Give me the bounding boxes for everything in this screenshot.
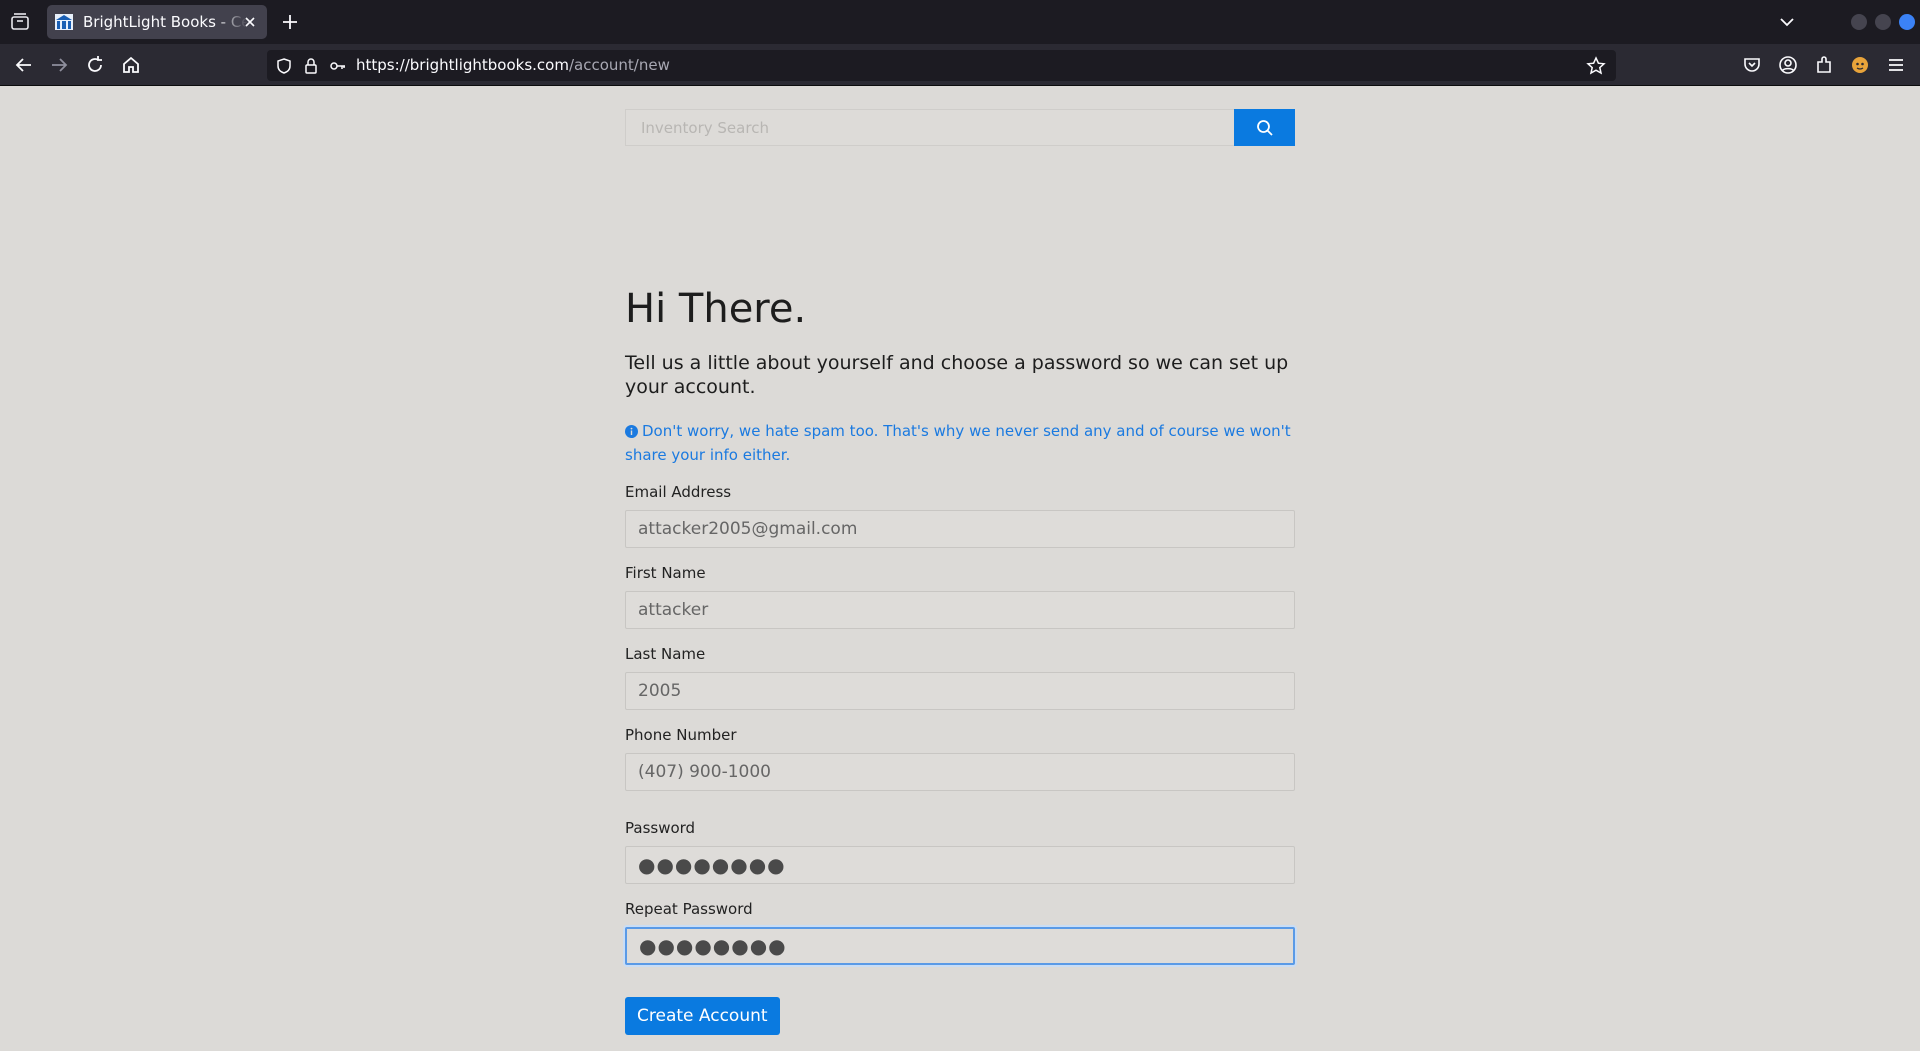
bookmark-star-icon[interactable] bbox=[1586, 56, 1606, 76]
shield-icon[interactable] bbox=[275, 57, 293, 75]
chevron-down-icon[interactable] bbox=[1777, 12, 1797, 32]
email-field-group: Email Address bbox=[625, 483, 1295, 548]
inventory-search bbox=[625, 109, 1295, 146]
password-field-group: Password bbox=[625, 819, 1295, 884]
url-path: /account/new bbox=[568, 56, 670, 74]
key-icon[interactable] bbox=[329, 57, 347, 75]
back-arrow-icon[interactable] bbox=[13, 54, 35, 76]
password-label: Password bbox=[625, 819, 696, 837]
info-icon bbox=[625, 425, 638, 438]
close-tab-icon[interactable] bbox=[241, 13, 259, 31]
repeat-password-label: Repeat Password bbox=[625, 900, 753, 918]
email-label: Email Address bbox=[625, 483, 732, 501]
url-text[interactable]: https://brightlightbooks.com/account/new bbox=[356, 56, 670, 74]
page-content: Hi There. Tell us a little about yoursel… bbox=[0, 87, 1920, 1051]
phone-label: Phone Number bbox=[625, 726, 737, 744]
page-title: Hi There. bbox=[625, 286, 807, 332]
inventory-search-input[interactable] bbox=[625, 109, 1234, 146]
hamburger-menu-icon[interactable] bbox=[1885, 54, 1907, 76]
address-bar[interactable]: https://brightlightbooks.com/account/new bbox=[267, 50, 1616, 81]
minimize-window-button[interactable] bbox=[1851, 14, 1867, 30]
repeat-password-field[interactable] bbox=[625, 927, 1295, 965]
create-account-form: Hi There. Tell us a little about yoursel… bbox=[625, 287, 1295, 1035]
extension-fox-icon[interactable] bbox=[1849, 54, 1871, 76]
tab-list-icon[interactable] bbox=[8, 10, 32, 34]
pocket-icon[interactable] bbox=[1741, 54, 1763, 76]
url-host: https://brightlightbooks.com bbox=[356, 56, 569, 74]
active-tab[interactable]: BrightLight Books - Central Florida bbox=[47, 5, 267, 39]
create-account-button[interactable]: Create Account bbox=[625, 997, 780, 1035]
browser-nav-bar: https://brightlightbooks.com/account/new bbox=[0, 44, 1920, 86]
reload-icon[interactable] bbox=[84, 54, 106, 76]
spam-note: Don't worry, we hate spam too. That's wh… bbox=[625, 419, 1295, 467]
account-icon[interactable] bbox=[1777, 54, 1799, 76]
intro-text: Tell us a little about yourself and choo… bbox=[625, 352, 1289, 398]
last-name-field[interactable] bbox=[625, 672, 1295, 710]
phone-field[interactable] bbox=[625, 753, 1295, 791]
password-field[interactable] bbox=[625, 846, 1295, 884]
repeat-password-field-group: Repeat Password bbox=[625, 900, 1295, 965]
close-window-button[interactable] bbox=[1899, 14, 1915, 30]
maximize-window-button[interactable] bbox=[1875, 14, 1891, 30]
spam-note-text: Don't worry, we hate spam too. That's wh… bbox=[625, 422, 1291, 464]
extensions-icon[interactable] bbox=[1813, 54, 1835, 76]
lock-icon[interactable] bbox=[302, 57, 320, 75]
phone-field-group: Phone Number bbox=[625, 726, 1295, 791]
email-field[interactable] bbox=[625, 510, 1295, 548]
tab-title: BrightLight Books - Central Florida bbox=[83, 13, 248, 31]
search-icon bbox=[1256, 119, 1273, 136]
new-tab-icon[interactable] bbox=[280, 12, 300, 32]
first-name-field[interactable] bbox=[625, 591, 1295, 629]
first-name-label: First Name bbox=[625, 564, 706, 582]
home-icon[interactable] bbox=[120, 54, 142, 76]
search-button[interactable] bbox=[1234, 109, 1295, 146]
bookstore-favicon-icon bbox=[55, 14, 73, 30]
first-name-field-group: First Name bbox=[625, 564, 1295, 629]
browser-tab-strip: BrightLight Books - Central Florida bbox=[0, 0, 1920, 44]
last-name-label: Last Name bbox=[625, 645, 706, 663]
last-name-field-group: Last Name bbox=[625, 645, 1295, 710]
forward-arrow-icon[interactable] bbox=[48, 54, 70, 76]
